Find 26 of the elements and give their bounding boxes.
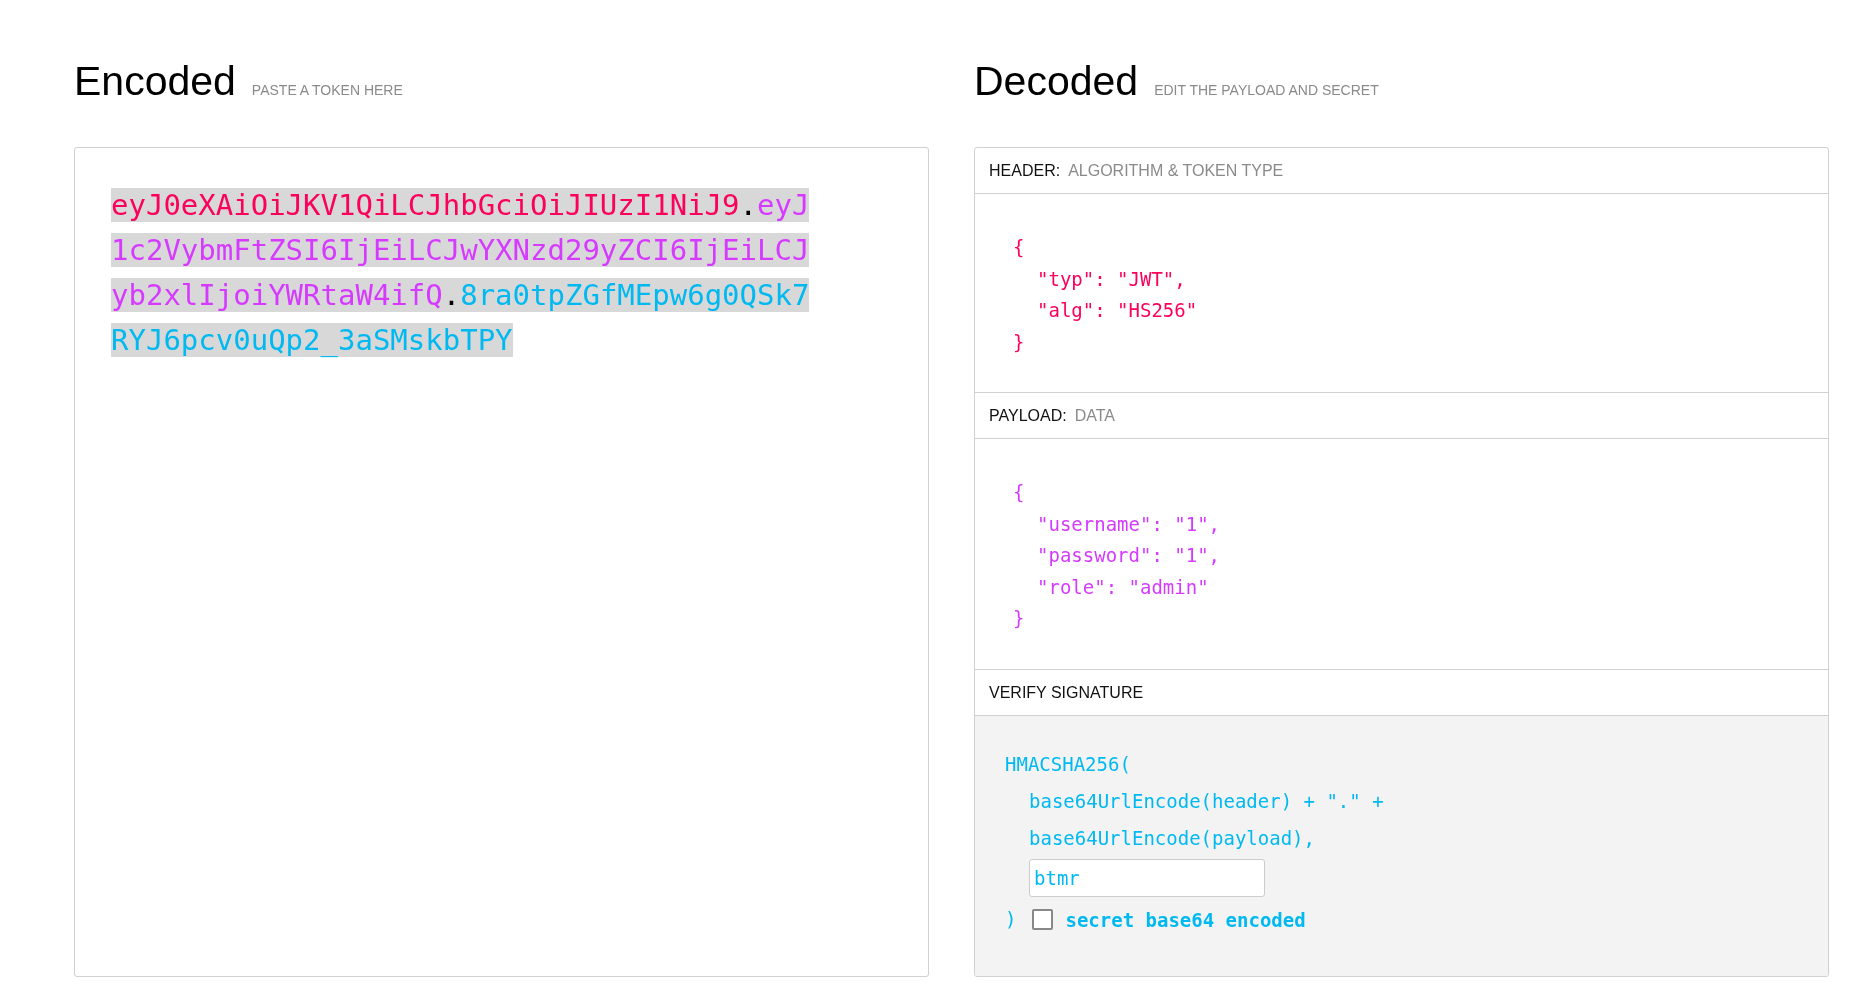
section-title: Encoded [74,58,236,105]
token-input-field[interactable]: eyJ0eXAiOiJKV1QiLCJhbGciOiJIUzI1NiJ9.eyJ1c2VybmFtZSI6IjEiLCJwYXNzd29yZCI6IjEiLCJyb2xlIjoiYWRtaW4ifQ.8ra0tpZGfMEpw6g0QSk7RYJ6pcv0uQp2_3aSMskbTPY [74,147,929,977]
section-sublabel: ALGORITHM & TOKEN TYPE [1068,161,1284,180]
section-title: Decoded [974,58,1139,105]
section-label: VERIFY SIGNATURE [989,683,1144,702]
code-line: base64UrlEncode(payload), [1029,826,1315,851]
code-line: } [1013,606,1025,631]
section-sublabel: DATA [1074,406,1115,425]
code-line[interactable]: "role": "admin" [1037,571,1209,603]
code-line: } [1013,329,1025,355]
code-line[interactable]: "username": "1", [1037,508,1221,540]
code-line: ) [1005,907,1017,932]
code-line[interactable]: "typ": "JWT", [1037,263,1186,295]
secret-field[interactable]: btmr [1029,859,1265,897]
code-line[interactable]: "password": "1", [1037,540,1221,572]
code-line: { [1013,235,1025,260]
section-subtitle: PASTE A TOKEN HERE [251,82,403,98]
code-line: HMACSHA256( [1005,752,1131,777]
code-line: base64UrlEncode(header) + "." + [1029,789,1384,814]
section-label: HEADER: [989,161,1061,180]
code-line: { [1013,480,1025,505]
section-subtitle: EDIT THE PAYLOAD AND SECRET [1154,82,1379,98]
checkbox[interactable] [1032,909,1054,930]
section-label: PAYLOAD: [989,406,1067,425]
code-line[interactable]: "alg": "HS256" [1037,295,1198,327]
checkbox-label[interactable]: secret base64 encoded [1065,908,1306,931]
